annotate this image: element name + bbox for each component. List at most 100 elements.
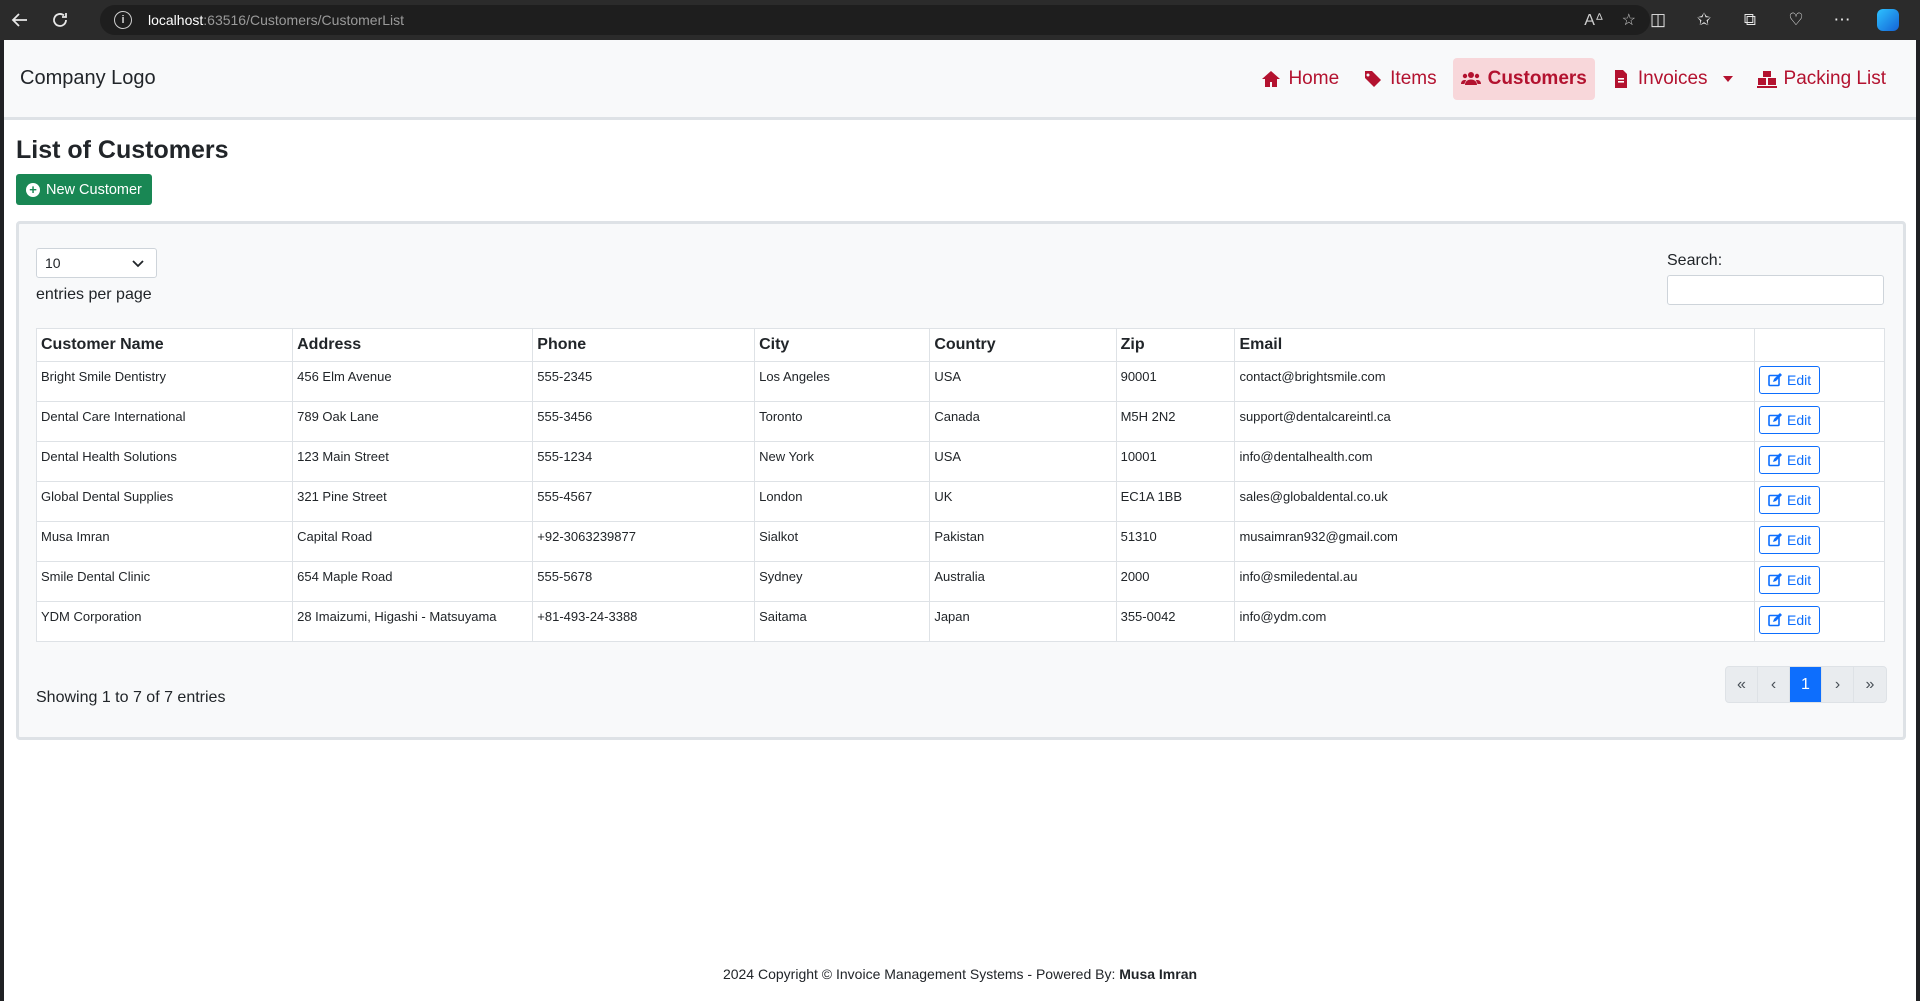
back-arrow-icon [11, 13, 27, 27]
back-button[interactable] [0, 0, 40, 40]
cell-country: USA [929, 441, 1117, 482]
refresh-button[interactable] [40, 0, 80, 40]
chevron-down-icon [132, 260, 144, 268]
customers-table: Customer Name Address Phone City Country… [35, 328, 1885, 642]
collections-icon[interactable]: ⧉ [1732, 2, 1768, 38]
nav-item-items[interactable]: Items [1355, 58, 1444, 100]
next-page-button[interactable]: › [1822, 667, 1854, 702]
table-row: YDM Corporation 28 Imaizumi, Higashi - Ma… [35, 601, 1885, 642]
nav-item-label: Items [1390, 68, 1437, 89]
cell-address: 654 Maple Road [292, 561, 534, 602]
copilot-button[interactable] [1870, 2, 1906, 38]
plus-circle-icon: + [26, 182, 40, 197]
table-row: Bright Smile Dentistry 456 Elm Avenue 555-… [35, 361, 1885, 402]
column-header-address[interactable]: Address [292, 328, 534, 362]
nav-item-label: Customers [1487, 68, 1587, 89]
footer-text: 2024 Copyright © Invoice Management Syst… [722, 966, 1120, 982]
edit-button[interactable]: Edit [1759, 366, 1821, 394]
home-icon [1262, 71, 1281, 87]
cell-zip: 355-0042 [1115, 601, 1236, 642]
cell-country: Japan [929, 601, 1117, 642]
browser-actions: ◫ ✩ ⧉ ♡ ⋯ [1640, 0, 1920, 40]
cell-actions: Edit [1754, 441, 1885, 482]
favorites-icon[interactable]: ✩ [1686, 2, 1722, 38]
table-row: Dental Health Solutions 123 Main Street 55… [35, 441, 1885, 482]
table-row: Global Dental Supplies 321 Pine Street 555… [35, 481, 1885, 522]
edit-label: Edit [1787, 532, 1812, 548]
cell-customer-name: Musa Imran [35, 521, 294, 562]
search-label: Search: [1667, 252, 1723, 269]
edit-icon [1768, 493, 1783, 507]
cell-customer-name: YDM Corporation [35, 601, 294, 642]
cell-country: UK [929, 481, 1117, 522]
address-bar[interactable]: i localhost:63516/Customers/CustomerList… [100, 5, 1650, 35]
nav-item-customers[interactable]: Customers [1452, 58, 1595, 100]
cell-address: Capital Road [292, 521, 534, 562]
edit-button[interactable]: Edit [1759, 446, 1821, 474]
edit-icon [1768, 413, 1783, 427]
search-input[interactable] [1667, 275, 1884, 305]
cell-phone: +92-3063239877 [532, 521, 756, 562]
brand-logo[interactable]: Company Logo [20, 67, 156, 90]
cell-customer-name: Bright Smile Dentistry [35, 361, 294, 402]
cell-country: Canada [929, 401, 1117, 442]
cell-zip: EC1A 1BB [1115, 481, 1236, 522]
cell-email: support@dentalcareintl.ca [1234, 401, 1756, 442]
cell-customer-name: Dental Health Solutions [35, 441, 294, 482]
nav-item-invoices[interactable]: Invoices [1603, 58, 1741, 100]
first-page-button[interactable]: « [1726, 667, 1758, 702]
navbar: Company Logo Home Items Customers Invoic… [4, 40, 1916, 120]
cell-phone: +81-493-24-3388 [532, 601, 756, 642]
more-menu-icon[interactable]: ⋯ [1824, 2, 1860, 38]
column-header-customer-name[interactable]: Customer Name [35, 328, 294, 362]
prev-page-button[interactable]: ‹ [1758, 667, 1790, 702]
page: Company Logo Home Items Customers Invoic… [4, 40, 1916, 1001]
entries-per-page-select[interactable]: 10 [36, 248, 157, 278]
nav-menu: Home Items Customers Invoices Packing Li… [1253, 58, 1894, 100]
address-bar-actions: Aᐞ ☆ [1584, 10, 1636, 30]
last-page-button[interactable]: » [1854, 667, 1886, 702]
edit-icon [1768, 573, 1783, 587]
nav-item-packing-list[interactable]: Packing List [1749, 58, 1894, 100]
page-1-button[interactable]: 1 [1790, 667, 1822, 702]
nav-item-home[interactable]: Home [1253, 58, 1347, 100]
tags-icon [1364, 71, 1382, 87]
dropdown-caret-icon [1722, 76, 1733, 82]
new-customer-button[interactable]: + New Customer [16, 174, 152, 205]
edit-button[interactable]: Edit [1759, 526, 1821, 554]
cell-country: Pakistan [929, 521, 1117, 562]
read-aloud-icon[interactable]: Aᐞ [1584, 10, 1603, 30]
column-header-city[interactable]: City [754, 328, 931, 362]
cell-city: London [754, 481, 931, 522]
column-header-actions [1754, 328, 1885, 362]
edit-button[interactable]: Edit [1759, 406, 1821, 434]
cell-country: Australia [929, 561, 1117, 602]
cell-email: sales@globaldental.co.uk [1234, 481, 1756, 522]
edit-icon [1768, 373, 1783, 387]
footer-author: Musa Imran [1119, 966, 1198, 982]
cell-email: info@smiledental.au [1234, 561, 1756, 602]
browser-essentials-icon[interactable]: ♡ [1778, 2, 1814, 38]
cell-customer-name: Smile Dental Clinic [35, 561, 294, 602]
cell-actions: Edit [1754, 601, 1885, 642]
edit-button[interactable]: Edit [1759, 606, 1821, 634]
cell-actions: Edit [1754, 521, 1885, 562]
column-header-country[interactable]: Country [929, 328, 1117, 362]
url-text: localhost:63516/Customers/CustomerList [148, 12, 405, 28]
cell-phone: 555-3456 [532, 401, 756, 442]
nav-item-label: Invoices [1637, 68, 1708, 89]
cell-zip: 2000 [1115, 561, 1236, 602]
edit-label: Edit [1787, 492, 1812, 508]
pagination: « ‹ 1 › » [1725, 666, 1887, 703]
edit-button[interactable]: Edit [1759, 486, 1821, 514]
column-header-email[interactable]: Email [1234, 328, 1756, 362]
split-screen-icon[interactable]: ◫ [1640, 2, 1676, 38]
cell-customer-name: Dental Care International [35, 401, 294, 442]
edit-button[interactable]: Edit [1759, 566, 1821, 594]
edit-icon [1768, 613, 1783, 627]
column-header-phone[interactable]: Phone [532, 328, 756, 362]
column-header-zip[interactable]: Zip [1115, 328, 1236, 362]
cell-zip: 51310 [1115, 521, 1236, 562]
site-info-icon[interactable]: i [114, 11, 132, 29]
favorite-star-icon[interactable]: ☆ [1622, 10, 1636, 30]
